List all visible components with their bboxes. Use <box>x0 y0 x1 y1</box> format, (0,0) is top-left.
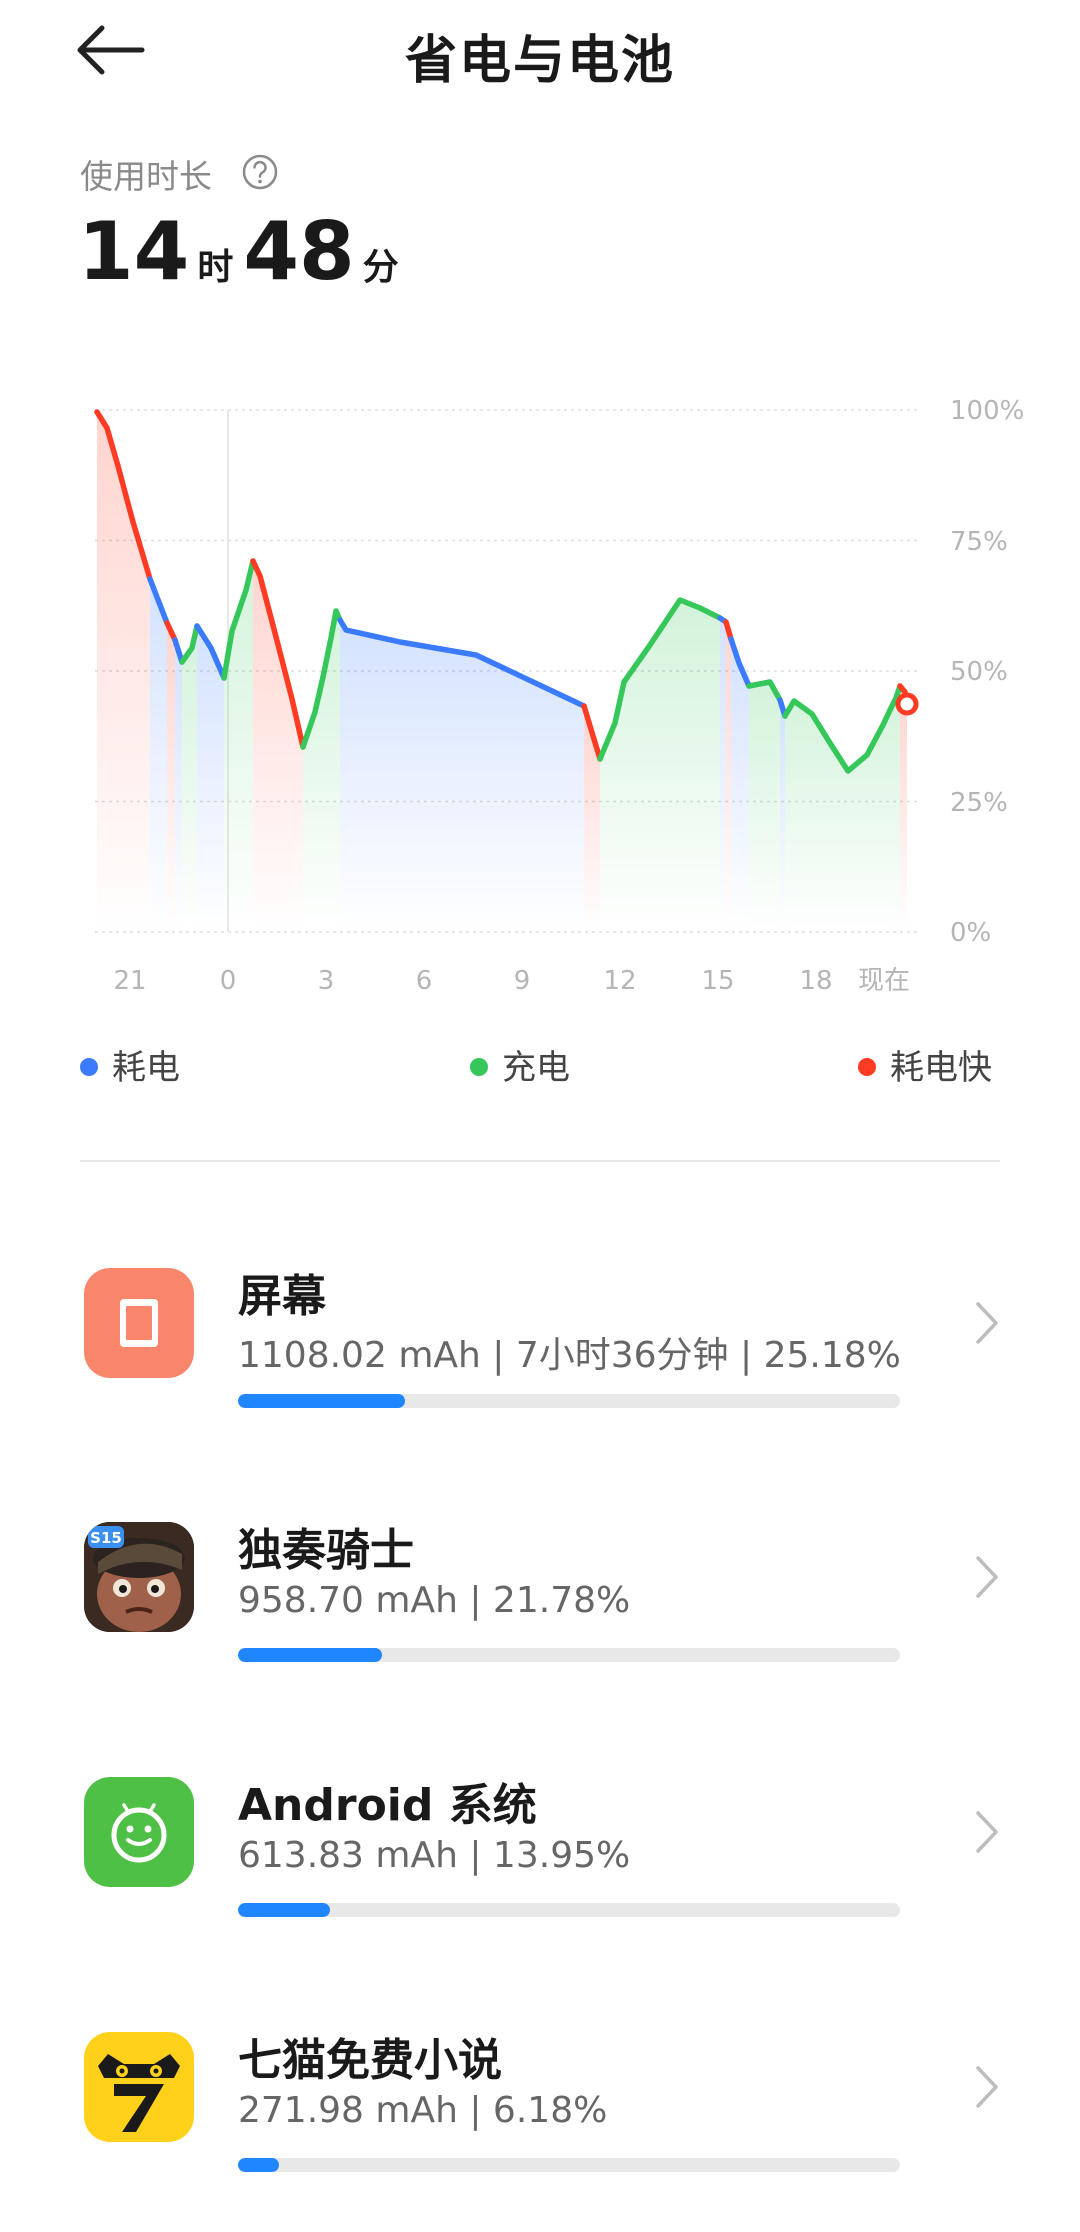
usage-bar-fill <box>238 1903 331 1917</box>
app-usage-detail: 1108.02 mAh | 7小时36分钟 | 25.18% <box>238 1335 901 1376</box>
usage-bar-fill <box>238 2158 279 2172</box>
y-tick-label: 75% <box>950 527 1008 557</box>
app-row-qimao[interactable]: 七猫免费小说 271.98 mAh | 6.18% <box>0 2032 1080 2232</box>
fast-drain-area <box>900 686 907 932</box>
usage-bar <box>238 2158 900 2172</box>
usage-bar-fill <box>238 1394 405 1408</box>
app-name: 七猫免费小说 <box>238 2035 502 2086</box>
legend-dot <box>470 1057 488 1076</box>
legend-drain: 耗电 <box>80 1040 180 1089</box>
legend-fast-drain: 耗电快 <box>858 1040 992 1089</box>
drain-area <box>780 700 785 932</box>
charge-area <box>182 626 197 932</box>
fast-drain-area <box>726 622 731 932</box>
x-tick-label: 15 <box>701 966 734 996</box>
chevron-right-icon <box>976 1302 998 1344</box>
page-title: 省电与电池 <box>404 31 675 91</box>
drain-area <box>150 579 167 932</box>
drain-area <box>340 620 584 932</box>
usage-duration: 14 时 48 分 <box>78 205 409 298</box>
app-name: Android 系统 <box>238 1780 537 1831</box>
drain-area <box>720 618 726 932</box>
x-axis-labels: 21 0 3 6 9 12 15 18 现在 <box>113 966 910 996</box>
usage-hours: 14 <box>78 205 190 298</box>
app-usage-detail: 613.83 mAh | 13.95% <box>238 1835 631 1876</box>
divider <box>80 1160 1000 1162</box>
usage-hours-unit: 时 <box>197 247 234 288</box>
x-tick-label: 3 <box>318 966 335 996</box>
x-tick-label: 9 <box>514 966 531 996</box>
app-row-android-system[interactable]: Android 系统 613.83 mAh | 13.95% <box>0 1777 1080 1977</box>
app-row-soul-knight[interactable]: S15 独奏骑士 958.70 mAh | 21.78% <box>0 1522 1080 1722</box>
chevron-right-icon <box>976 1811 998 1853</box>
y-tick-label: 0% <box>950 918 991 948</box>
app-name: 独奏骑士 <box>238 1525 414 1576</box>
x-tick-label: 12 <box>603 966 636 996</box>
usage-bar-fill <box>238 1648 383 1662</box>
question-circle-icon[interactable] <box>240 152 280 192</box>
battery-level-chart[interactable]: 100% 75% 50% 25% 0% 21 0 3 6 9 12 15 18 … <box>0 380 1080 1000</box>
qimao-icon <box>84 2032 194 2142</box>
app-icon-badge: S15 <box>90 1529 122 1547</box>
current-level-marker <box>895 692 919 716</box>
legend-label: 耗电快 <box>890 1048 992 1088</box>
header: 省电与电池 <box>0 0 1080 110</box>
y-tick-label: 25% <box>950 788 1008 818</box>
y-tick-label: 100% <box>950 396 1024 426</box>
usage-label: 使用时长 <box>80 157 212 196</box>
x-tick-label: 0 <box>220 966 237 996</box>
drain-area <box>175 640 182 932</box>
app-usage-detail: 271.98 mAh | 6.18% <box>238 2090 608 2131</box>
usage-bar <box>238 1648 900 1662</box>
x-tick-label: 21 <box>113 966 146 996</box>
usage-minutes-unit: 分 <box>362 247 399 288</box>
y-tick-label: 50% <box>950 657 1008 687</box>
x-tick-label: 18 <box>799 966 832 996</box>
x-tick-label: 现在 <box>858 966 910 996</box>
app-name: 屏幕 <box>238 1271 326 1322</box>
charge-area <box>303 611 340 932</box>
y-axis-labels: 100% 75% 50% 25% 0% <box>950 396 1024 948</box>
fast-drain-area <box>167 623 175 932</box>
usage-bar <box>238 1394 900 1408</box>
legend-label: 充电 <box>502 1048 570 1088</box>
legend-dot <box>858 1057 876 1076</box>
charge-area <box>749 682 780 932</box>
usage-bar <box>238 1903 900 1917</box>
chevron-right-icon <box>976 2066 998 2108</box>
charge-area <box>600 600 720 932</box>
legend-label: 耗电 <box>112 1048 180 1088</box>
fast-drain-area <box>253 561 303 932</box>
app-usage-detail: 958.70 mAh | 21.78% <box>238 1580 631 1621</box>
usage-minutes: 48 <box>243 205 355 298</box>
soul-knight-icon: S15 <box>84 1522 194 1632</box>
app-row-screen[interactable]: 屏幕 1108.02 mAh | 7小时36分钟 | 25.18% <box>0 1268 1080 1468</box>
android-icon <box>84 1777 194 1887</box>
screen-icon <box>84 1268 194 1378</box>
legend-dot <box>80 1057 98 1076</box>
chevron-right-icon <box>976 1556 998 1598</box>
legend-charge: 充电 <box>470 1040 570 1089</box>
x-tick-label: 6 <box>416 966 433 996</box>
